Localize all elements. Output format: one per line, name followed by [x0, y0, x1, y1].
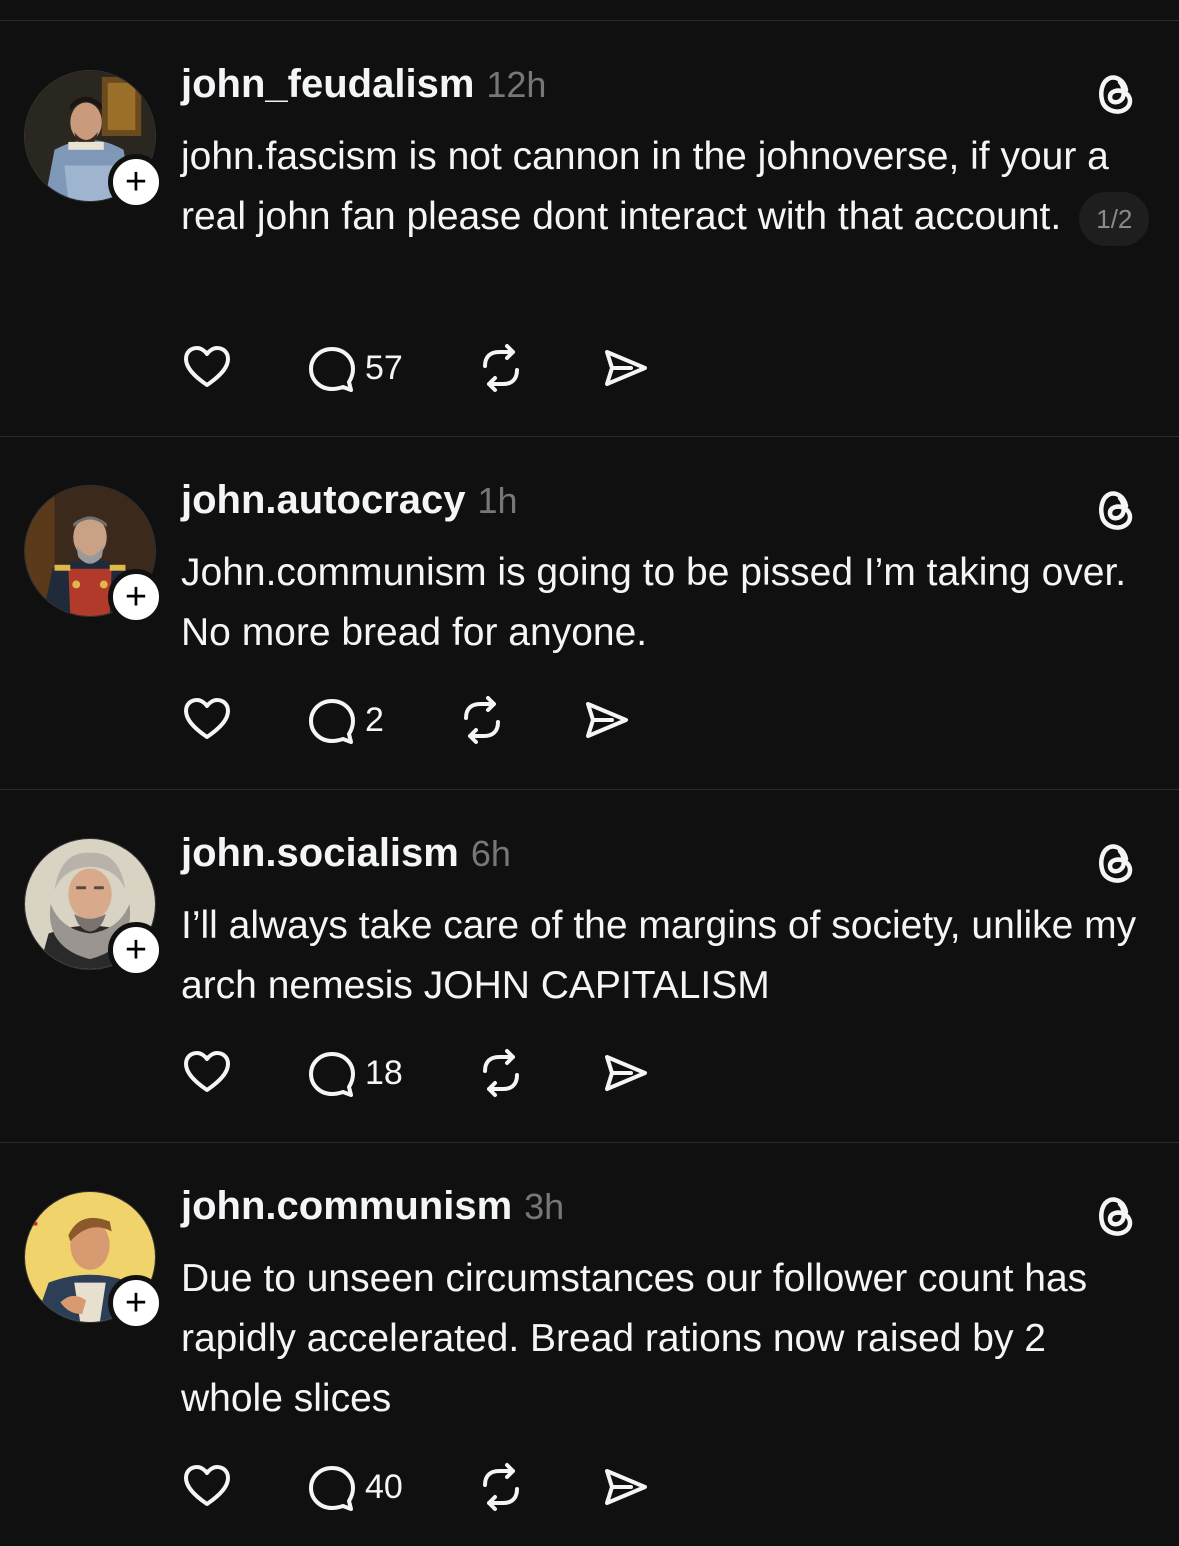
action-bar: 40	[181, 1459, 651, 1515]
repost-button[interactable]	[456, 694, 508, 746]
follow-button[interactable]: +	[108, 922, 164, 978]
send-icon	[604, 1469, 647, 1505]
like-button[interactable]	[181, 1047, 233, 1099]
action-bar: 2	[181, 692, 632, 748]
post-time: 3h	[524, 1186, 565, 1227]
post-card[interactable]: + john.autocracy 1h John.communism is go…	[0, 437, 1179, 789]
post-card[interactable]: + john.socialism 6h I’ll always take car…	[0, 790, 1179, 1142]
post-text: I’ll always take care of the margins of …	[181, 896, 1151, 1016]
avatar-container[interactable]: +	[24, 70, 164, 210]
avatar-container[interactable]: +	[24, 838, 164, 978]
repost-button[interactable]	[475, 342, 527, 394]
send-icon	[585, 702, 628, 738]
post-text-content: I’ll always take care of the margins of …	[181, 904, 1137, 1007]
reply-count: 57	[365, 348, 403, 387]
reply-button[interactable]: 57	[305, 342, 403, 394]
action-bar: 57	[181, 340, 651, 396]
heart-icon	[184, 1051, 230, 1092]
repost-icon	[482, 344, 519, 392]
follow-button[interactable]: +	[108, 1275, 164, 1331]
follow-button[interactable]: +	[108, 569, 164, 625]
comment-icon	[309, 347, 355, 392]
post-text: John.communism is going to be pissed I’m…	[181, 543, 1151, 663]
heart-icon	[184, 698, 230, 739]
post-card[interactable]: + john_feudalism 12h john.fascism is not…	[0, 0, 1179, 436]
repost-button[interactable]	[475, 1047, 527, 1099]
post-time: 1h	[477, 480, 518, 521]
share-button[interactable]	[599, 1461, 651, 1513]
repost-icon	[482, 1463, 519, 1511]
heart-icon	[184, 1465, 230, 1506]
svg-text:!: !	[31, 1200, 40, 1231]
repost-button[interactable]	[475, 1461, 527, 1513]
repost-icon	[482, 1049, 519, 1097]
threads-logo-icon[interactable]	[1090, 66, 1142, 118]
avatar-container[interactable]: +	[24, 485, 164, 625]
post-header: john.socialism 6h	[181, 831, 511, 881]
post-card[interactable]: ! + john.communism 3h Due to unseen circ…	[0, 1143, 1179, 1546]
post-text: Due to unseen circumstances our follower…	[181, 1249, 1151, 1429]
like-button[interactable]	[181, 342, 233, 394]
reply-button[interactable]: 40	[305, 1461, 403, 1513]
send-icon	[604, 1055, 647, 1091]
username[interactable]: john.socialism	[181, 831, 459, 876]
post-header: john_feudalism 12h	[181, 62, 546, 112]
like-button[interactable]	[181, 1461, 233, 1513]
username[interactable]: john_feudalism	[181, 62, 474, 107]
avatar-container[interactable]: ! +	[24, 1191, 164, 1331]
threads-logo-icon[interactable]	[1090, 835, 1142, 887]
reply-button[interactable]: 2	[305, 694, 384, 746]
post-header: john.autocracy 1h	[181, 478, 518, 528]
thread-pager-badge[interactable]: 1/2	[1079, 191, 1150, 246]
post-text-content: John.communism is going to be pissed I’m…	[181, 551, 1127, 654]
comment-icon	[309, 1466, 355, 1511]
threads-logo-icon[interactable]	[1090, 1188, 1142, 1240]
reply-button[interactable]: 18	[305, 1047, 403, 1099]
share-button[interactable]	[599, 1047, 651, 1099]
send-icon	[604, 350, 647, 386]
username[interactable]: john.communism	[181, 1184, 512, 1229]
post-time: 12h	[486, 64, 547, 105]
follow-button[interactable]: +	[108, 154, 164, 210]
reply-count: 2	[365, 700, 384, 739]
post-time: 6h	[470, 833, 511, 874]
share-button[interactable]	[580, 694, 632, 746]
comment-icon	[309, 1052, 355, 1097]
post-text: john.fascism is not cannon in the johnov…	[181, 127, 1151, 247]
reply-count: 18	[365, 1053, 403, 1092]
post-header: john.communism 3h	[181, 1184, 564, 1234]
threads-feed: + john_feudalism 12h john.fascism is not…	[0, 0, 1179, 1546]
like-button[interactable]	[181, 694, 233, 746]
username[interactable]: john.autocracy	[181, 478, 466, 523]
share-button[interactable]	[599, 342, 651, 394]
threads-logo-icon[interactable]	[1090, 482, 1142, 534]
comment-icon	[309, 699, 355, 744]
action-bar: 18	[181, 1045, 651, 1101]
reply-count: 40	[365, 1467, 403, 1506]
post-text-content: john.fascism is not cannon in the johnov…	[181, 135, 1109, 238]
repost-icon	[463, 696, 500, 744]
post-text-content: Due to unseen circumstances our follower…	[181, 1257, 1088, 1420]
heart-icon	[184, 346, 230, 387]
